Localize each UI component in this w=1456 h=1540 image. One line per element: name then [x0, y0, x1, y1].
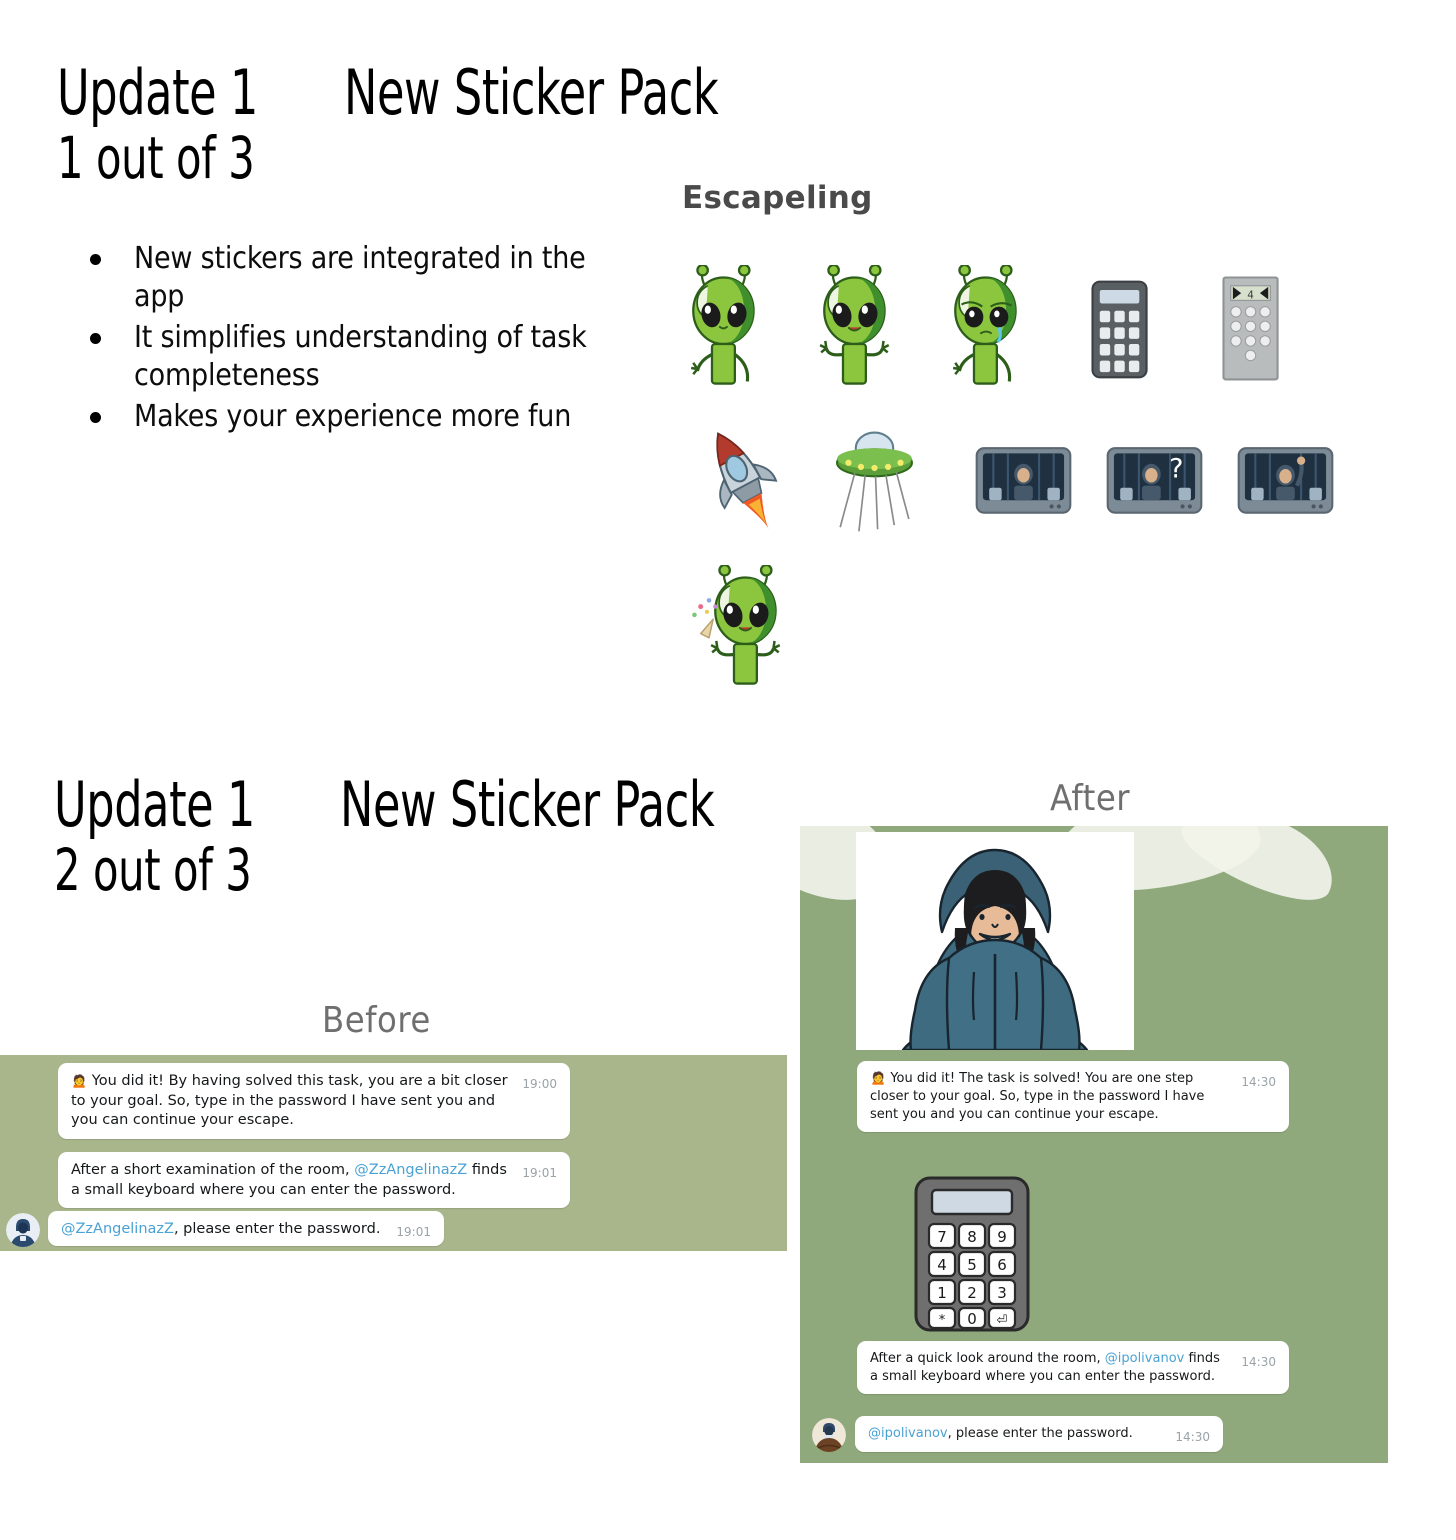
message-text: , please enter the password. — [173, 1221, 381, 1237]
sticker-screen-prisoner[interactable] — [958, 417, 1089, 547]
screen-question-icon: ? — [1106, 447, 1203, 514]
message-timestamp: 14:30 — [1241, 1355, 1276, 1369]
slide1-title-update: Update 1 — [57, 56, 258, 129]
sticker-calculator-keypad[interactable] — [1053, 265, 1184, 395]
sticker-hooded-person[interactable] — [856, 832, 1134, 1050]
slide2-title-sticker-pack: New Sticker Pack — [340, 768, 715, 841]
sticker-row: ? — [678, 417, 1360, 547]
message-text: You did it! By having solved this task, … — [71, 1073, 508, 1129]
list-item: It simplifies understanding of task comp… — [78, 319, 598, 396]
slide1-title-sticker-pack: New Sticker Pack — [344, 56, 719, 129]
message-timestamp: 14:30 — [1241, 1075, 1276, 1089]
sticker-pack-name: Escapeling — [682, 180, 873, 216]
alien-cheering-icon — [819, 265, 890, 385]
sticker-keypad[interactable]: 7 8 9 4 5 6 1 2 3 * 0 ⏎ — [910, 1174, 1034, 1334]
bullet-dot-icon — [90, 254, 101, 265]
avatar-icon — [812, 1418, 846, 1452]
svg-text:8: 8 — [967, 1228, 977, 1246]
message-text-lead: After a quick look around the room, — [870, 1351, 1105, 1366]
svg-text:?: ? — [1169, 453, 1183, 484]
keypad-icon: 7 8 9 4 5 6 1 2 3 * 0 ⏎ — [914, 1176, 1030, 1332]
user-mention[interactable]: @ZzAngelinazZ — [354, 1162, 467, 1178]
svg-text:3: 3 — [997, 1284, 1007, 1302]
sticker-screen-question[interactable]: ? — [1089, 417, 1220, 547]
sticker-ufo[interactable] — [809, 417, 940, 547]
bullet-text: It simplifies understanding of task comp… — [134, 319, 587, 394]
screen-prisoner-icon — [975, 447, 1072, 514]
alien-party-icon — [692, 565, 781, 685]
screen-hand-raised-icon — [1237, 447, 1334, 514]
bullet-text: New stickers are integrated in the app — [134, 241, 586, 315]
alien-crying-icon — [952, 265, 1017, 385]
svg-text:4: 4 — [1247, 289, 1254, 301]
chat-bubble[interactable]: 19:00 🙍 You did it! By having solved thi… — [58, 1063, 570, 1139]
rocket-icon — [716, 432, 778, 530]
message-timestamp: 19:01 — [522, 1166, 557, 1180]
sticker-alien-crying[interactable] — [922, 265, 1053, 395]
message-text: , please enter the password. — [947, 1426, 1133, 1441]
chat-bubble[interactable]: 19:01 @ZzAngelinazZ, please enter the pa… — [48, 1211, 444, 1247]
sticker-alien-party[interactable] — [682, 565, 813, 695]
avatar[interactable] — [812, 1418, 846, 1452]
ufo-icon — [836, 431, 913, 532]
svg-text:0: 0 — [967, 1310, 977, 1328]
sticker-alien-cheering[interactable] — [791, 265, 922, 395]
sticker-rocket[interactable] — [678, 417, 809, 547]
message-timestamp: 14:30 — [1175, 1430, 1210, 1444]
message-text: You did it! The task is solved! You are … — [870, 1071, 1205, 1122]
chat-bubble[interactable]: 14:30 After a quick look around the room… — [857, 1341, 1289, 1394]
sticker-pack-preview: Escapeling 4 ? — [660, 170, 1360, 700]
sticker-row — [682, 565, 1360, 695]
svg-text:1: 1 — [937, 1284, 947, 1302]
user-mention[interactable]: @ZzAngelinazZ — [61, 1221, 174, 1237]
user-mention[interactable]: @ipolivanov — [868, 1426, 948, 1441]
chat-bubble[interactable]: 14:30 🙍 You did it! The task is solved! … — [857, 1061, 1289, 1132]
sticker-door-keypad-panel[interactable]: 4 — [1184, 265, 1315, 395]
user-mention[interactable]: @ipolivanov — [1105, 1351, 1185, 1366]
avatar-icon — [6, 1213, 40, 1247]
chat-bubble[interactable]: 19:01 After a short examination of the r… — [58, 1152, 570, 1209]
slide2-title-update: Update 1 — [54, 768, 255, 841]
sticker-screen-hand-raised[interactable] — [1220, 417, 1351, 547]
after-panel-label: After — [1050, 778, 1131, 819]
slide1-title-progress: 1 out of 3 — [57, 124, 255, 192]
list-item: New stickers are integrated in the app — [78, 240, 598, 317]
slide-update-1-of-3: Update 1 New Sticker Pack 1 out of 3 New… — [0, 0, 1456, 760]
bullet-dot-icon — [90, 332, 101, 344]
sticker-alien-waving[interactable] — [660, 265, 791, 395]
list-item: Makes your experience more fun — [78, 398, 598, 436]
svg-text:⏎: ⏎ — [997, 1313, 1008, 1328]
svg-text:5: 5 — [967, 1256, 977, 1274]
before-chat-panel: 19:00 🙍 You did it! By having solved thi… — [0, 1055, 787, 1251]
svg-text:4: 4 — [937, 1256, 947, 1274]
svg-text:9: 9 — [997, 1228, 1007, 1246]
bullet-dot-icon — [90, 411, 101, 423]
sticker-row: 4 — [660, 265, 1360, 395]
message-text-lead: After a short examination of the room, — [71, 1162, 355, 1178]
feature-bullet-list: New stickers are integrated in the app I… — [78, 240, 598, 438]
person-emoji-icon: 🙍 — [870, 1071, 887, 1086]
door-keypad-panel-icon: 4 — [1222, 276, 1279, 381]
svg-text:7: 7 — [937, 1228, 947, 1246]
hooded-person-icon — [901, 848, 1089, 1050]
svg-text:2: 2 — [967, 1284, 977, 1302]
chat-bubble[interactable]: 14:30 @ipolivanov, please enter the pass… — [855, 1416, 1223, 1452]
bullet-text: Makes your experience more fun — [134, 398, 572, 434]
person-emoji-icon: 🙍 — [71, 1074, 88, 1089]
sticker-grid: 4 ? — [660, 265, 1360, 695]
svg-text:*: * — [939, 1313, 946, 1328]
svg-text:6: 6 — [997, 1256, 1007, 1274]
slide2-title-progress: 2 out of 3 — [54, 836, 252, 904]
message-timestamp: 19:01 — [396, 1225, 431, 1239]
avatar[interactable] — [6, 1213, 40, 1247]
after-chat-panel: 14:30 🙍 You did it! The task is solved! … — [800, 826, 1388, 1463]
before-panel-label: Before — [322, 1000, 431, 1041]
calculator-keypad-icon — [1091, 280, 1148, 379]
message-timestamp: 19:00 — [522, 1077, 557, 1091]
alien-waving-icon — [690, 265, 755, 385]
